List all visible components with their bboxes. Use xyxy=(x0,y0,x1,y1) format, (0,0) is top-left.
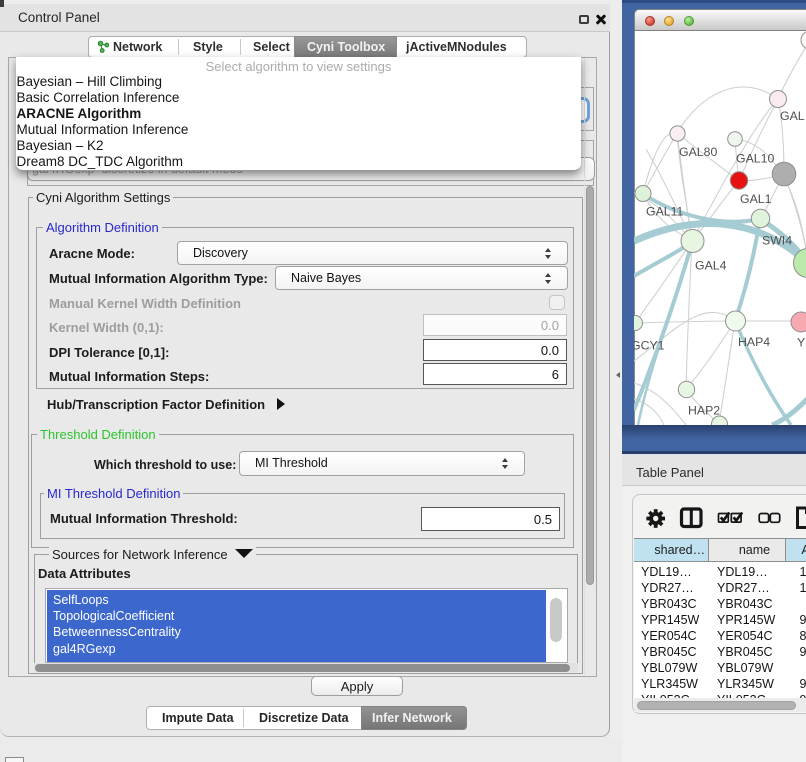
svg-text:GAL11: GAL11 xyxy=(646,205,684,219)
svg-text:GAL: GAL xyxy=(780,109,805,123)
svg-text:HAP4: HAP4 xyxy=(738,335,770,349)
svg-text:GAL1: GAL1 xyxy=(740,192,772,206)
svg-text:HAP2: HAP2 xyxy=(688,404,720,418)
svg-text:GAL4: GAL4 xyxy=(695,259,727,273)
svg-text:Y: Y xyxy=(797,336,805,350)
svg-text:GAL80: GAL80 xyxy=(679,145,717,159)
svg-text:GAL10: GAL10 xyxy=(736,152,774,166)
svg-text:SWI4: SWI4 xyxy=(762,234,792,248)
svg-text:GCY1: GCY1 xyxy=(634,339,665,353)
